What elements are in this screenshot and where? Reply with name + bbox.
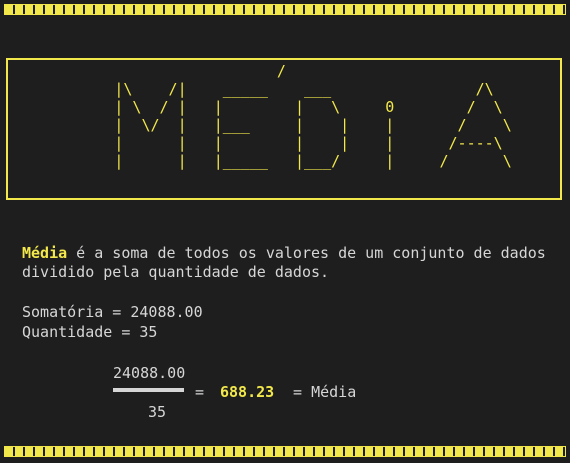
bottom-border-stripe xyxy=(4,446,566,457)
fraction-bar xyxy=(113,388,184,392)
fraction-numerator: 24088.00 xyxy=(113,364,186,382)
ascii-title-media: / |\ /| _____ ___ /\ | \ / | | | \ 0 / \… xyxy=(114,62,512,170)
definition-line-1-text: é a soma de todos os valores de um conju… xyxy=(67,244,546,262)
count-line: Quantidade = 35 xyxy=(22,323,158,341)
terminal-window: / |\ /| _____ ___ /\ | \ / | | | \ 0 / \… xyxy=(0,0,570,463)
mean-result-label: = Média xyxy=(284,383,357,401)
sum-line: Somatória = 24088.00 xyxy=(22,303,203,321)
definition-line-2: dividido pela quantidade de dados. xyxy=(22,263,330,281)
top-border-stripe xyxy=(4,4,566,15)
definition-term: Média xyxy=(22,244,68,262)
mean-result-value: 688.23 xyxy=(220,383,275,401)
fraction-denominator: 35 xyxy=(148,403,167,421)
equals-sign: = xyxy=(195,383,205,401)
definition-line-1: Média é a soma de todos os valores de um… xyxy=(22,243,546,263)
